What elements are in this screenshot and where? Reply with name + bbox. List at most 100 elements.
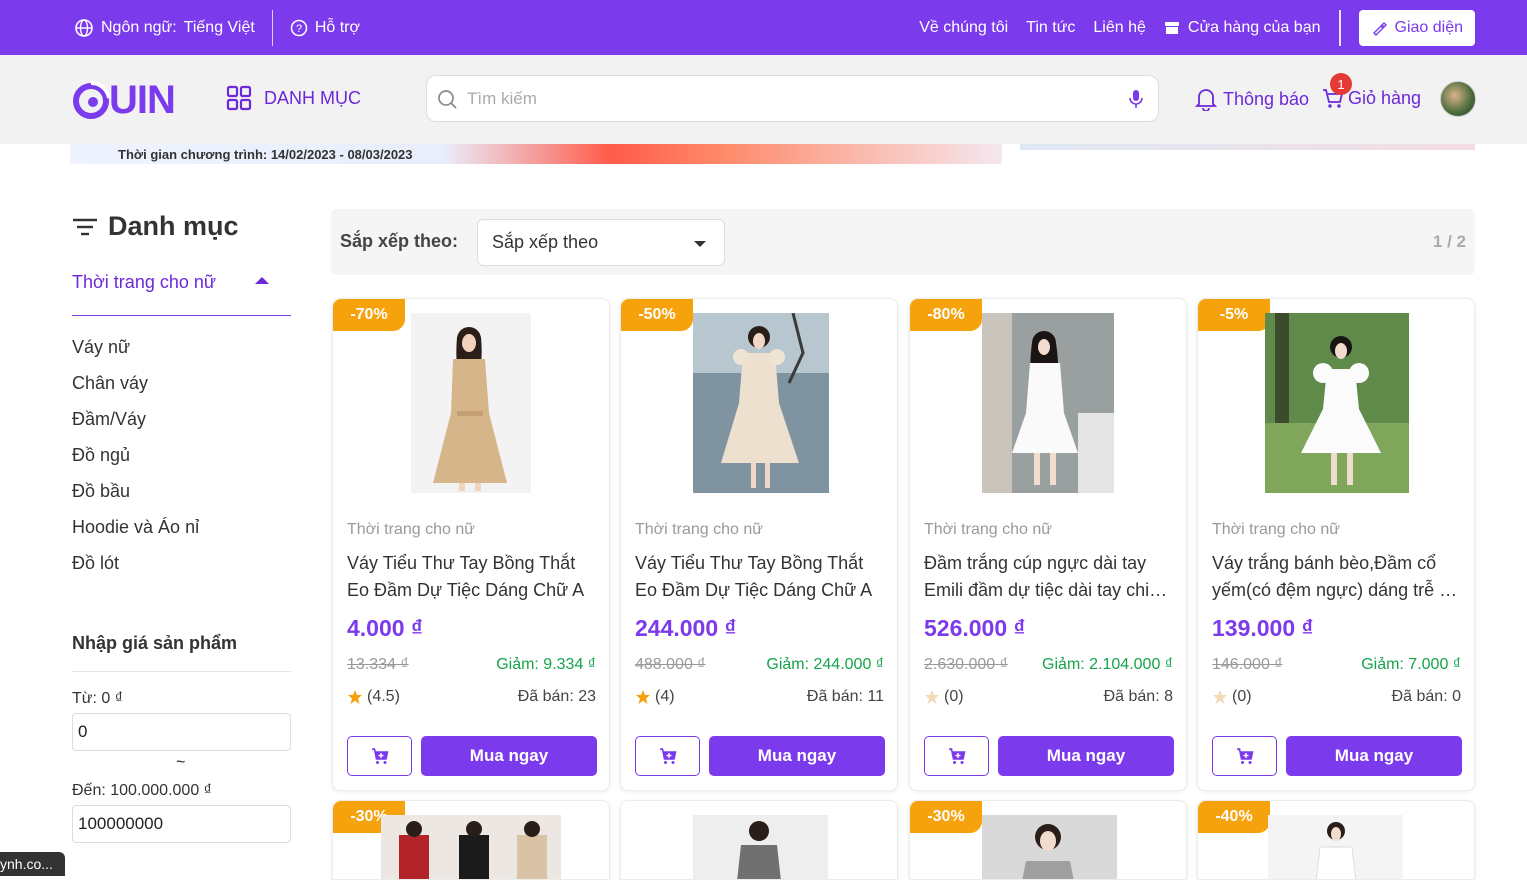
product-card[interactable]: -50% Thời trang cho nữ Váy Tiểu Thư Tay … xyxy=(620,298,898,791)
your-store-link[interactable]: Cửa hàng của bạn xyxy=(1164,19,1321,37)
product-image[interactable] xyxy=(1268,815,1403,880)
search-input[interactable] xyxy=(467,86,1107,112)
chevron-down-icon xyxy=(694,241,706,247)
product-price: 4.000 ₫ xyxy=(347,615,423,641)
product-name[interactable]: Váy Tiểu Thư Tay Bồng Thắt Eo Đầm Dự Tiệc… xyxy=(635,550,885,604)
price-from-input[interactable] xyxy=(72,713,291,751)
product-sold-count: Đã bán: 23 xyxy=(517,688,596,705)
rating-value: (0) xyxy=(1232,688,1252,705)
product-image[interactable] xyxy=(381,815,561,880)
buy-now-button[interactable]: Mua ngay xyxy=(421,736,597,776)
cart-add-icon xyxy=(371,748,388,764)
sidebar-item[interactable]: Váy nữ xyxy=(72,334,199,370)
current-category-label: Thời trang cho nữ xyxy=(72,272,216,292)
divider xyxy=(1338,9,1341,46)
product-image[interactable] xyxy=(411,313,531,493)
sidebar-item[interactable]: Đồ ngủ xyxy=(72,442,199,478)
rating-value: (4) xyxy=(655,688,675,705)
star-icon xyxy=(348,690,362,704)
sidebar-title: Danh mục xyxy=(72,211,239,242)
product-card[interactable]: -5% Thời trang cho nữ Váy trắng bánh bèo… xyxy=(1197,298,1475,791)
your-store-label: Cửa hàng của bạn xyxy=(1187,18,1321,36)
discount-badge: -50% xyxy=(621,299,693,331)
discount-badge: -40% xyxy=(1198,801,1270,833)
promo-banner-text: Thời gian chương trình: 14/02/2023 - 08/… xyxy=(118,147,413,162)
rating-value: (0) xyxy=(944,688,964,705)
star-outline-icon xyxy=(1213,690,1227,704)
product-sold-count: Đã bán: 8 xyxy=(1103,688,1173,705)
cart-add-icon xyxy=(948,748,965,764)
product-name-line-2: Eo Đầm Dự Tiệc Dáng Chữ A xyxy=(635,580,873,600)
grid-icon xyxy=(226,85,252,111)
product-category: Thời trang cho nữ xyxy=(635,521,763,538)
logo-text: UIN xyxy=(109,77,176,122)
product-name-line-1: Đầm trắng cúp ngực dài tay xyxy=(924,553,1147,573)
product-card[interactable] xyxy=(620,800,898,880)
language-selector[interactable]: Ngôn ngữ: Tiếng Việt xyxy=(74,18,255,38)
sidebar-item[interactable]: Đồ bầu xyxy=(72,478,199,514)
about-link[interactable]: Về chúng tôi xyxy=(919,19,1008,37)
cart-label: Giỏ hàng xyxy=(1348,87,1422,108)
product-name-line-1: Váy Tiểu Thư Tay Bồng Thắt xyxy=(347,553,576,573)
logo[interactable]: UIN xyxy=(71,77,176,122)
add-to-cart-button[interactable] xyxy=(1212,736,1277,776)
avatar[interactable] xyxy=(1440,81,1476,117)
promo-banner[interactable]: Thời gian chương trình: 14/02/2023 - 08/… xyxy=(70,144,1002,164)
cart-count-badge: 1 xyxy=(1330,73,1352,95)
product-card[interactable]: -40% xyxy=(1197,800,1475,880)
product-image[interactable] xyxy=(693,313,829,493)
logo-mark-icon xyxy=(73,80,111,119)
product-name[interactable]: Váy Tiểu Thư Tay Bồng Thắt Eo Đầm Dự Tiệc… xyxy=(347,550,597,604)
product-name-line-2: Emili đầm dự tiệc dài tay chiết eo xyxy=(924,580,1174,600)
product-image[interactable] xyxy=(1265,313,1409,493)
buy-now-button[interactable]: Mua ngay xyxy=(998,736,1174,776)
cart-add-icon xyxy=(659,748,676,764)
product-image[interactable] xyxy=(982,815,1117,880)
product-saving: Giảm: 2.104.000 ₫ xyxy=(1042,656,1173,673)
product-name[interactable]: Váy trắng bánh bèo,Đầm cổ yếm(có đệm ngực… xyxy=(1212,550,1462,604)
product-name[interactable]: Đầm trắng cúp ngực dài tay Emili đầm dự t… xyxy=(924,550,1174,604)
sort-select[interactable]: Sắp xếp theo xyxy=(477,219,725,266)
buy-now-button[interactable]: Mua ngay xyxy=(1286,736,1462,776)
news-link[interactable]: Tin tức xyxy=(1026,19,1075,37)
add-to-cart-button[interactable] xyxy=(347,736,412,776)
sidebar-item[interactable]: Chân váy xyxy=(72,370,199,406)
add-to-cart-button[interactable] xyxy=(635,736,700,776)
sidebar-item[interactable]: Đầm/Váy xyxy=(72,406,199,442)
product-card[interactable]: -30% xyxy=(332,800,610,880)
category-menu-label: DANH MỤC xyxy=(264,87,361,108)
sidebar-item[interactable]: Đồ lót xyxy=(72,550,199,586)
cart-add-icon xyxy=(1236,748,1253,764)
discount-badge: -70% xyxy=(333,299,405,331)
support-link[interactable]: ? Hỗ trợ xyxy=(290,19,360,37)
promo-banner-secondary[interactable] xyxy=(1020,144,1475,150)
product-saving: Giảm: 7.000 ₫ xyxy=(1361,656,1461,673)
product-card[interactable]: -70% Thời trang cho nữ Váy Tiểu Thư Tay … xyxy=(332,298,610,791)
microphone-icon[interactable] xyxy=(1128,89,1144,109)
sidebar-item[interactable]: Hoodie và Áo nỉ xyxy=(72,514,199,550)
product-rating: (4) xyxy=(635,688,675,706)
notifications-button[interactable]: Thông báo xyxy=(1195,87,1309,111)
sidebar-title-text: Danh mục xyxy=(108,211,239,241)
brush-icon xyxy=(1372,21,1387,36)
theme-button[interactable]: Giao diện xyxy=(1358,9,1475,46)
cart-button[interactable]: 1 Giỏ hàng xyxy=(1322,73,1422,109)
product-image[interactable] xyxy=(982,313,1114,493)
sort-bar: Sắp xếp theo: Sắp xếp theo 1 / 2 xyxy=(331,209,1475,275)
product-old-price: 488.000 ₫ xyxy=(635,656,706,673)
notifications-label: Thông báo xyxy=(1223,88,1310,109)
product-card[interactable]: -30% xyxy=(909,800,1187,880)
price-to-label: Đến: 100.000.000 ₫ xyxy=(72,782,212,799)
header: UIN DANH MỤC Thông báo 1 Giỏ hàng xyxy=(0,55,1527,144)
divider xyxy=(271,9,273,46)
product-image[interactable] xyxy=(693,815,828,880)
product-card[interactable]: -80% Thời trang cho nữ Đầm trắng cúp ngự… xyxy=(909,298,1187,791)
contact-link[interactable]: Liên hệ xyxy=(1093,19,1146,37)
product-name-line-2: yếm(có đệm ngực) dáng trễ vai xyxy=(1212,580,1462,600)
sidebar-current-category[interactable]: Thời trang cho nữ xyxy=(72,272,291,316)
price-filter-title: Nhập giá sản phẩm xyxy=(72,633,238,653)
buy-now-button[interactable]: Mua ngay xyxy=(709,736,885,776)
category-menu-button[interactable]: DANH MỤC xyxy=(226,85,361,111)
add-to-cart-button[interactable] xyxy=(924,736,989,776)
price-to-input[interactable] xyxy=(72,805,291,843)
